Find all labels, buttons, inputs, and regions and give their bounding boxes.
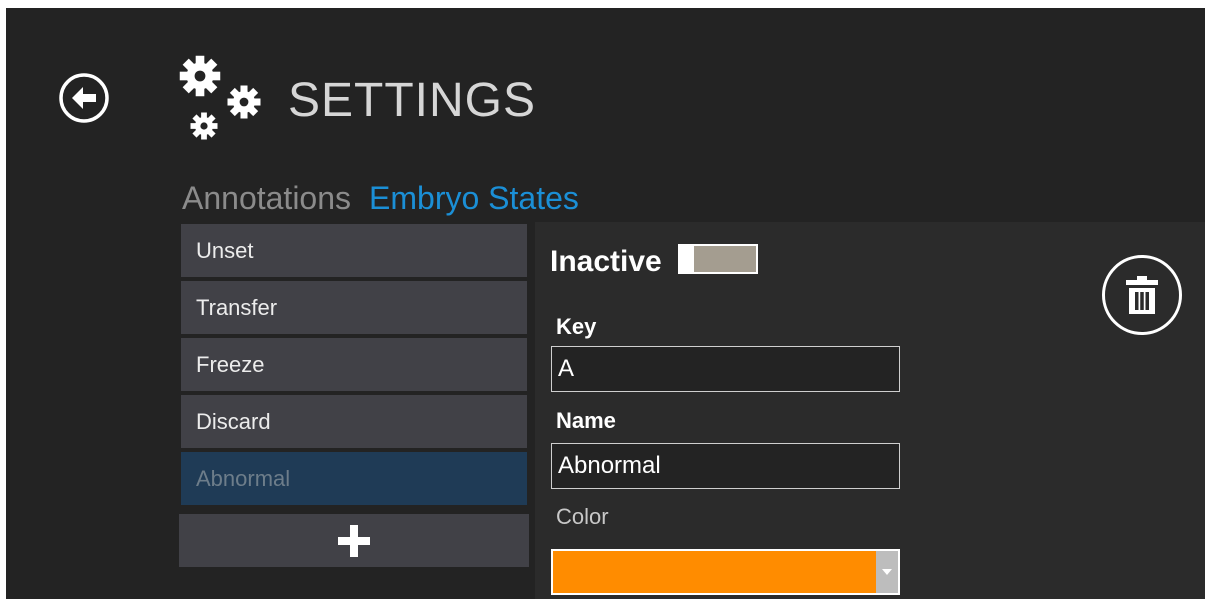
gears-icon — [179, 55, 261, 140]
active-toggle-label: Inactive — [550, 245, 662, 278]
color-label: Color — [556, 504, 609, 529]
add-state-button[interactable] — [179, 514, 529, 567]
list-item-discard[interactable]: Discard — [181, 395, 527, 448]
color-swatch — [553, 551, 876, 593]
trash-icon — [1126, 276, 1158, 314]
tab-embryo-states[interactable]: Embryo States — [369, 176, 579, 220]
back-button[interactable] — [58, 72, 110, 124]
settings-window: SETTINGS Annotations Embryo States Unset… — [6, 8, 1205, 599]
plus-icon — [338, 524, 370, 557]
color-dropdown-button[interactable] — [876, 551, 898, 593]
list-item-freeze[interactable]: Freeze — [181, 338, 527, 391]
name-label: Name — [556, 408, 616, 433]
key-label: Key — [556, 314, 597, 339]
color-picker[interactable] — [551, 549, 900, 595]
toggle-knob — [680, 246, 694, 272]
tab-bar: Annotations Embryo States — [182, 176, 597, 220]
embryo-states-list: Unset Transfer Freeze Discard Abnormal — [181, 224, 527, 509]
delete-state-button[interactable] — [1102, 255, 1182, 335]
list-item-abnormal[interactable]: Abnormal — [181, 452, 527, 505]
active-toggle[interactable] — [678, 244, 758, 274]
name-field[interactable] — [551, 443, 900, 489]
tab-annotations[interactable]: Annotations — [182, 176, 351, 220]
key-field[interactable] — [551, 346, 900, 392]
list-item-unset[interactable]: Unset — [181, 224, 527, 277]
list-item-transfer[interactable]: Transfer — [181, 281, 527, 334]
back-arrow-circle-icon[interactable] — [58, 72, 110, 124]
page-title: SETTINGS — [288, 74, 537, 127]
state-editor-panel: Inactive Key Name Color — [535, 222, 1205, 599]
chevron-down-icon — [882, 569, 892, 575]
